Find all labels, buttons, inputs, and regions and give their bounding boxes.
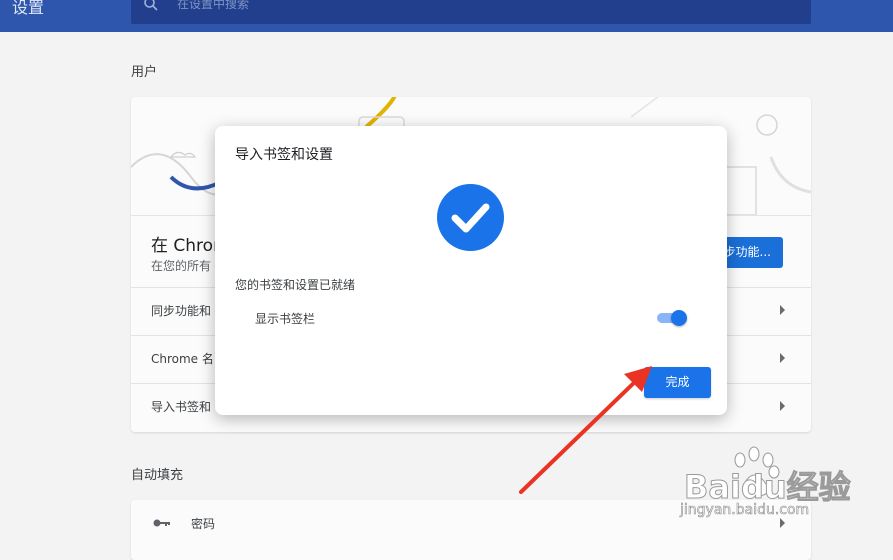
watermark-url: jingyan.baidu.com [680, 502, 810, 519]
baidu-watermark: Baidu经验 jingyan.baidu.com [676, 440, 876, 540]
